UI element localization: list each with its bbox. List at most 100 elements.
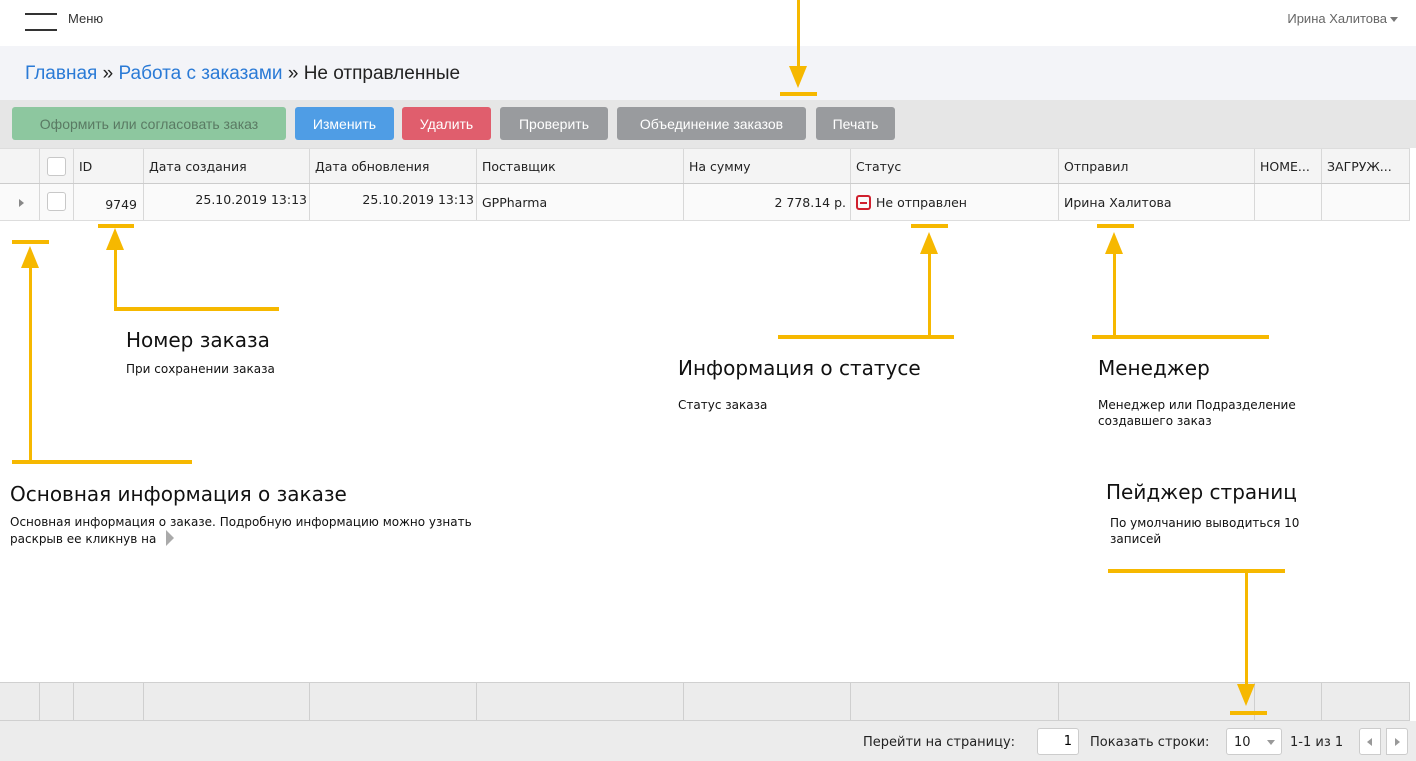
column-header-uploaded[interactable]: ЗАГРУЖ... xyxy=(1322,149,1410,183)
annotation-arrow-up xyxy=(920,232,938,254)
annotation-line xyxy=(1092,335,1269,339)
annotation-desc-pager: По умолчанию выводиться 10 записей xyxy=(1110,516,1300,546)
breadcrumb-bar: Главная » Работа с заказами » Не отправл… xyxy=(0,46,1416,100)
column-header-id[interactable]: ID xyxy=(74,149,144,183)
breadcrumb: Главная » Работа с заказами » Не отправл… xyxy=(25,63,460,85)
footer-cell xyxy=(310,683,477,720)
menu-label[interactable]: Меню xyxy=(68,11,103,26)
chevron-down-icon xyxy=(1267,740,1275,745)
column-header-number[interactable]: НОМЕ... xyxy=(1255,149,1322,183)
annotation-line xyxy=(1113,252,1116,338)
pager-info: 1-1 из 1 xyxy=(1290,735,1344,750)
print-button[interactable]: Печать xyxy=(816,107,895,140)
annotation-line xyxy=(29,266,32,464)
grid-header: ID Дата создания Дата обновления Поставщ… xyxy=(0,148,1410,184)
footer-cell xyxy=(40,683,74,720)
footer-cell xyxy=(144,683,310,720)
annotation-line xyxy=(1245,572,1248,684)
toolbar: Оформить или согласовать заказ Изменить … xyxy=(0,100,1416,148)
next-page-button[interactable] xyxy=(1386,728,1408,755)
annotation-arrow-down xyxy=(789,66,807,88)
cell-amount: 2 778.14 р. xyxy=(684,184,851,220)
status-minus-icon xyxy=(856,195,871,210)
annotation-line xyxy=(114,307,279,311)
caret-down-icon xyxy=(1390,17,1398,23)
footer-cell xyxy=(684,683,851,720)
rows-per-page-label: Показать строки: xyxy=(1090,735,1210,750)
user-name: Ирина Халитова xyxy=(1287,11,1387,26)
annotation-desc-manager: Менеджер или Подразделение создавшего за… xyxy=(1098,398,1296,428)
cell-number xyxy=(1255,184,1322,220)
annotation-desc-order-number: При сохранении заказа xyxy=(126,362,275,376)
cell-id: 9749 xyxy=(74,184,144,220)
cell-uploaded xyxy=(1322,184,1410,220)
annotation-desc-main-info: Основная информация о заказе. Подробную … xyxy=(10,514,510,547)
delete-button[interactable]: Удалить xyxy=(402,107,491,140)
goto-page-input[interactable] xyxy=(1037,728,1079,755)
hamburger-menu-icon[interactable] xyxy=(25,10,57,32)
annotation-line xyxy=(928,252,931,338)
cell-created: 25.10.2019 13:13 xyxy=(144,184,310,220)
annotation-line xyxy=(1097,224,1134,228)
rows-per-page-value: 10 xyxy=(1234,735,1251,750)
annotation-title-status: Информация о статусе xyxy=(678,356,921,380)
annotation-arrow-up xyxy=(106,228,124,250)
annotation-line xyxy=(114,248,117,310)
place-order-button[interactable]: Оформить или согласовать заказ xyxy=(12,107,286,140)
breadcrumb-orders-link[interactable]: Работа с заказами xyxy=(118,63,282,84)
header-expand-cell xyxy=(0,149,40,183)
cell-status: Не отправлен xyxy=(851,184,1059,220)
annotation-title-main-info: Основная информация о заказе xyxy=(10,482,347,506)
annotation-line xyxy=(911,224,948,228)
footer-cell xyxy=(74,683,144,720)
annotation-line xyxy=(797,0,800,68)
cell-updated: 25.10.2019 13:13 xyxy=(310,184,477,220)
status-text: Не отправлен xyxy=(876,195,967,210)
row-expand-cell xyxy=(0,184,40,220)
column-header-supplier[interactable]: Поставщик xyxy=(477,149,684,183)
table-row[interactable]: 9749 25.10.2019 13:13 25.10.2019 13:13 G… xyxy=(0,184,1410,221)
footer-cell xyxy=(477,683,684,720)
header-select-cell xyxy=(40,149,74,183)
annotation-arrow-down xyxy=(1237,684,1255,706)
annotation-title-manager: Менеджер xyxy=(1098,356,1210,380)
annotation-line xyxy=(12,460,192,464)
annotation-desc-text: Основная информация о заказе. Подробную … xyxy=(10,515,472,546)
column-header-sender[interactable]: Отправил xyxy=(1059,149,1255,183)
column-header-created[interactable]: Дата создания xyxy=(144,149,310,183)
column-header-updated[interactable]: Дата обновления xyxy=(310,149,477,183)
footer-cell xyxy=(1322,683,1410,720)
annotation-desc-status: Статус заказа xyxy=(678,398,768,412)
merge-orders-button[interactable]: Объединение заказов xyxy=(617,107,806,140)
cell-supplier: GPPharma xyxy=(477,184,684,220)
expand-triangle-icon xyxy=(166,530,175,546)
check-button[interactable]: Проверить xyxy=(500,107,608,140)
column-header-amount[interactable]: На сумму xyxy=(684,149,851,183)
prev-page-button[interactable] xyxy=(1359,728,1381,755)
breadcrumb-home-link[interactable]: Главная xyxy=(25,63,97,84)
top-bar: Меню Ирина Халитова xyxy=(0,0,1416,46)
annotation-line xyxy=(12,240,49,244)
expand-row-icon[interactable] xyxy=(19,199,24,207)
annotation-title-pager: Пейджер страниц xyxy=(1106,480,1297,504)
breadcrumb-current: Не отправленные xyxy=(303,63,461,84)
footer-cell xyxy=(851,683,1059,720)
footer-cell xyxy=(1059,683,1255,720)
goto-page-label: Перейти на страницу: xyxy=(863,735,1016,750)
footer-cell xyxy=(0,683,40,720)
cell-sender: Ирина Халитова xyxy=(1059,184,1255,220)
annotation-line xyxy=(1230,711,1267,715)
edit-button[interactable]: Изменить xyxy=(295,107,394,140)
breadcrumb-separator: » xyxy=(287,63,299,84)
column-header-status[interactable]: Статус xyxy=(851,149,1059,183)
rows-per-page-select[interactable]: 10 xyxy=(1226,728,1282,755)
annotation-line xyxy=(1108,569,1285,573)
annotation-line xyxy=(780,92,817,96)
user-menu[interactable]: Ирина Халитова xyxy=(1287,11,1398,26)
annotation-line xyxy=(778,335,954,339)
annotation-arrow-up xyxy=(1105,232,1123,254)
row-checkbox[interactable] xyxy=(47,192,66,211)
pager: Перейти на страницу: Показать строки: 10… xyxy=(0,721,1416,761)
select-all-checkbox[interactable] xyxy=(47,157,66,176)
breadcrumb-separator: » xyxy=(102,63,114,84)
